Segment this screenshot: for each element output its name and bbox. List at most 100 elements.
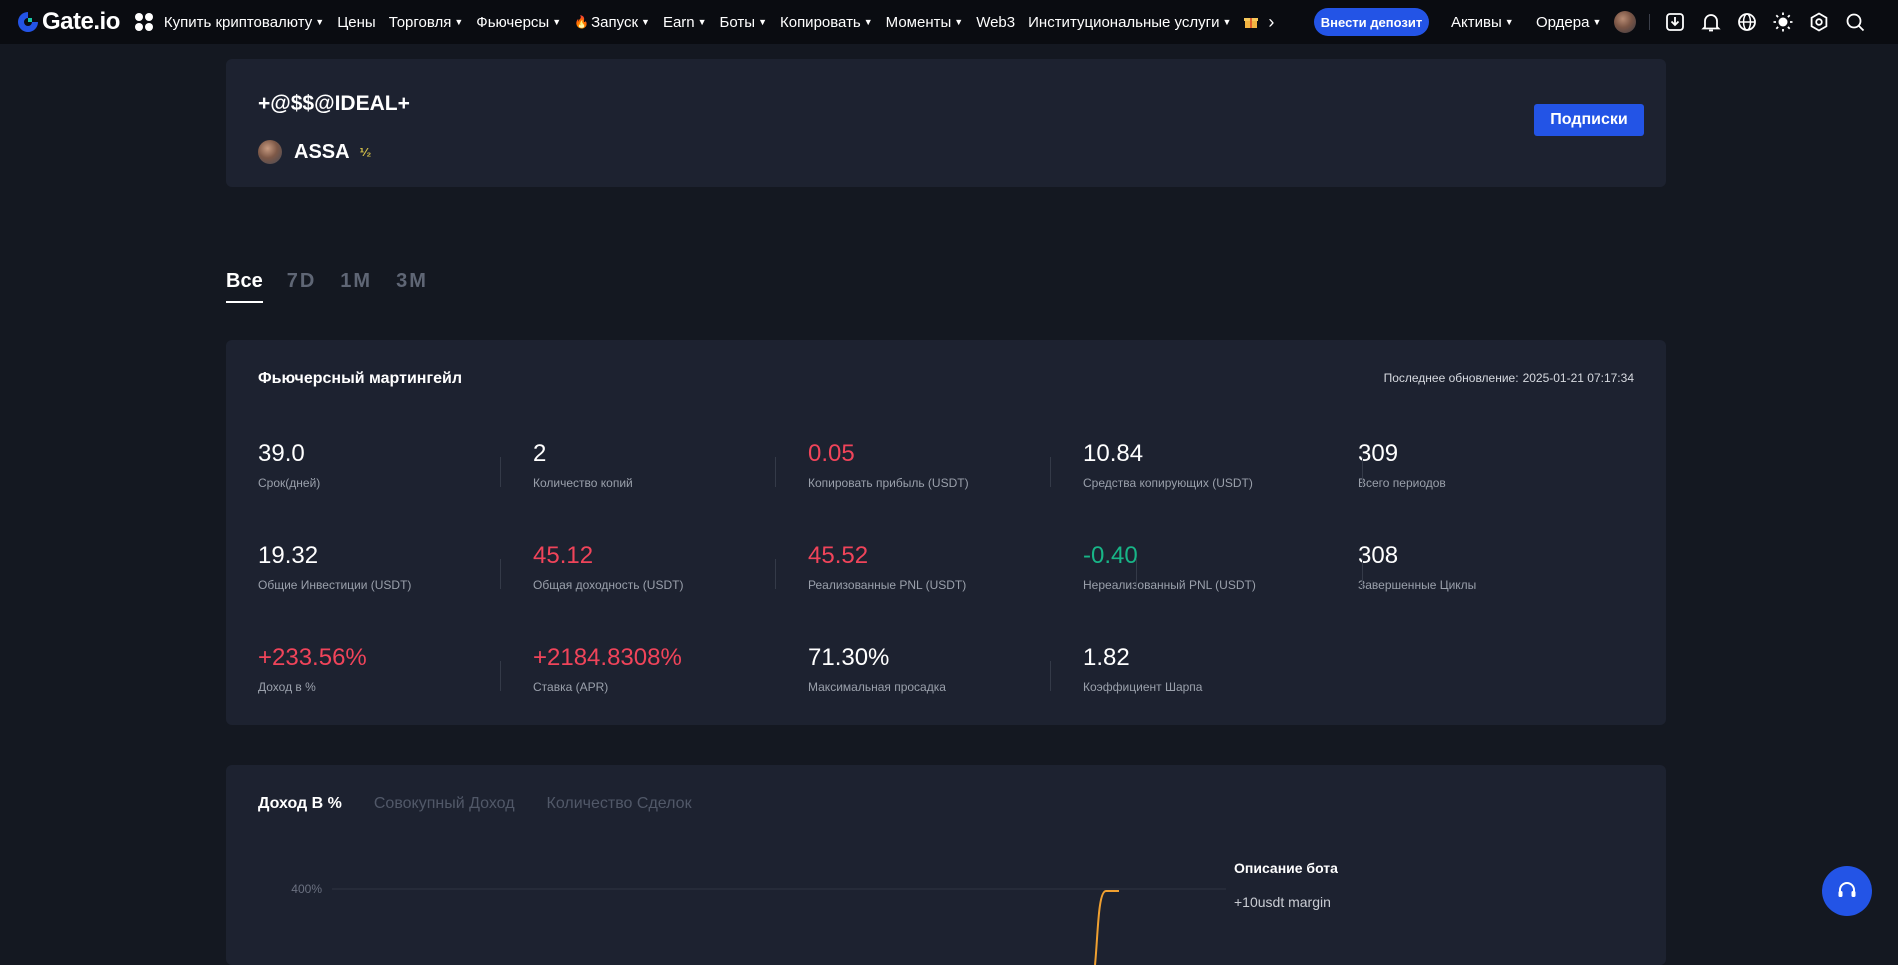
globe-icon[interactable] [1736,11,1758,33]
chevron-down-icon: ▼ [552,17,562,27]
nav-item-label: Запуск [591,13,639,31]
nav-item-6[interactable]: Боты ▼ [720,14,767,31]
main-menu: Купить криптовалюту ▼ Цены Торговля ▼ Фьючерс… [164,14,1245,31]
stat-label: Срок(дней) [258,476,321,490]
stat-label: Общие Инвестиции (USDT) [258,578,412,592]
nav-item-7[interactable]: Копировать ▼ [780,14,873,31]
last-update-label: Последнее обновление: [1383,371,1519,385]
chevron-down-icon: ▼ [1592,17,1602,27]
stat-divider [500,661,501,691]
stat-divider [500,457,501,487]
chevron-down-icon: ▼ [1504,17,1514,27]
stat-label: Количество копий [533,476,633,490]
settings-icon[interactable] [1808,11,1830,33]
stat-item: 71.30% Максимальная просадка [808,644,1083,714]
stat-divider [775,559,776,589]
bot-owner[interactable]: ASSA ⅟₂ [258,140,371,164]
stat-value: 19.32 [258,542,319,569]
assets-label: Активы [1451,13,1502,31]
stat-value: 45.12 [533,542,594,569]
chevron-down-icon: ▼ [758,17,767,27]
nav-item-label: Фьючерсы [476,13,550,31]
stat-value: 309 [1358,440,1399,467]
search-icon[interactable] [1844,11,1866,33]
stat-label: Завершенные Циклы [1358,578,1477,592]
chevron-down-icon: ▼ [1222,17,1232,27]
owner-badge: ⅟₂ [359,146,372,159]
period-tab-1m[interactable]: 1M [340,270,372,303]
headset-icon [1838,882,1856,897]
deposit-button[interactable]: Внести депозит [1314,8,1429,36]
chevron-down-icon: ▼ [954,17,964,27]
chevron-right-icon[interactable]: › [1268,12,1274,33]
owner-name: ASSA [294,140,350,163]
last-update-value: 2025-01-21 07:17:34 [1522,371,1634,385]
stat-value: 2 [533,440,547,467]
stat-item: 0.05 Копировать прибыль (USDT) [808,440,1083,510]
stat-label: Копировать прибыль (USDT) [808,476,969,490]
stats-card: Фьючерсный мартингейл Последнее обновлен… [226,340,1666,725]
assets-menu[interactable]: Активы ▼ [1451,0,1514,44]
bell-icon[interactable] [1700,11,1722,33]
income-line [1094,890,1119,965]
gateio-logo[interactable]: Gate.io [16,8,120,36]
nav-item-label: Моменты [885,13,952,31]
apps-grid-icon[interactable] [134,12,154,32]
nav-item-label: Earn [662,13,695,31]
nav-item-10[interactable]: Институциональные услуги ▼ [1028,14,1231,31]
stat-value: 39.0 [258,440,305,467]
income-chart: 400% [291,882,1226,965]
stat-label: Коэффициент Шарпа [1083,680,1203,694]
stat-item: 2 Количество копий [533,440,808,510]
y-tick-label: 400% [291,882,322,896]
stat-item: 308 Завершенные Циклы [1358,542,1633,612]
bot-description-title: Описание бота [1234,860,1338,876]
nav-item-label: Боты [719,13,756,31]
chevron-down-icon: ▼ [454,17,464,27]
chevron-down-icon: ▼ [863,17,873,27]
nav-item-9[interactable]: Web3 [976,14,1015,31]
stat-item: 1.82 Коэффициент Шарпа [1083,644,1358,714]
bot-profile-card: +@$$@IDEAL+ ASSA ⅟₂ Подписки [226,59,1666,187]
stat-label: Реализованные PNL (USDT) [808,578,967,592]
stat-value: -0.40 [1083,542,1138,569]
chart-card: Доход В % Совокупный Доход Количество Сд… [226,765,1666,965]
stat-value: 1.82 [1083,644,1130,671]
nav-item-0[interactable]: Купить криптовалюту ▼ [164,14,324,31]
period-tabs: Все 7D 1M 3M [226,270,452,303]
user-avatar[interactable] [1614,11,1636,33]
period-tab-3m[interactable]: 3M [396,270,428,303]
period-tab-7d[interactable]: 7D [287,270,317,303]
nav-item-8[interactable]: Моменты ▼ [886,14,964,31]
period-tab-all[interactable]: Все [226,270,263,303]
stat-label: Общая доходность (USDT) [533,578,684,592]
nav-item-1[interactable]: Цены [337,14,376,31]
sun-icon[interactable] [1772,11,1794,33]
subscribe-button[interactable]: Подписки [1534,104,1644,136]
nav-item-label: Купить криптовалюту [163,13,313,31]
support-chat-button[interactable] [1822,866,1872,916]
nav-item-4[interactable]: 🔥 Запуск ▼ [574,14,650,31]
nav-item-2[interactable]: Торговля ▼ [389,14,464,31]
bot-name: +@$$@IDEAL+ [258,92,410,115]
chevron-down-icon: ▼ [697,17,707,27]
bot-description-text: +10usdt margin [1234,894,1331,910]
stat-divider [1362,559,1363,589]
stat-value: 10.84 [1083,440,1144,467]
chevron-down-icon: ▼ [641,17,650,27]
nav-item-label: Институциональные услуги [1028,13,1220,31]
stat-label: Ставка (APR) [533,680,609,694]
last-update: Последнее обновление: 2025-01-21 07:17:3… [1384,371,1634,385]
gift-icon[interactable] [1244,15,1259,29]
stat-item: 10.84 Средства копирующих (USDT) [1083,440,1358,510]
stat-divider [1050,661,1051,691]
nav-item-5[interactable]: Earn ▼ [663,14,707,31]
stat-value: 71.30% [808,644,890,671]
stat-item: -0.40 Нереализованный PNL (USDT) [1083,542,1358,612]
download-icon[interactable] [1664,11,1686,33]
nav-item-3[interactable]: Фьючерсы ▼ [476,14,561,31]
stat-item: 309 Всего периодов [1358,440,1633,510]
orders-menu[interactable]: Ордера ▼ [1536,0,1601,44]
stat-value: +2184.8308% [533,644,682,671]
stat-label: Всего периодов [1358,476,1446,490]
